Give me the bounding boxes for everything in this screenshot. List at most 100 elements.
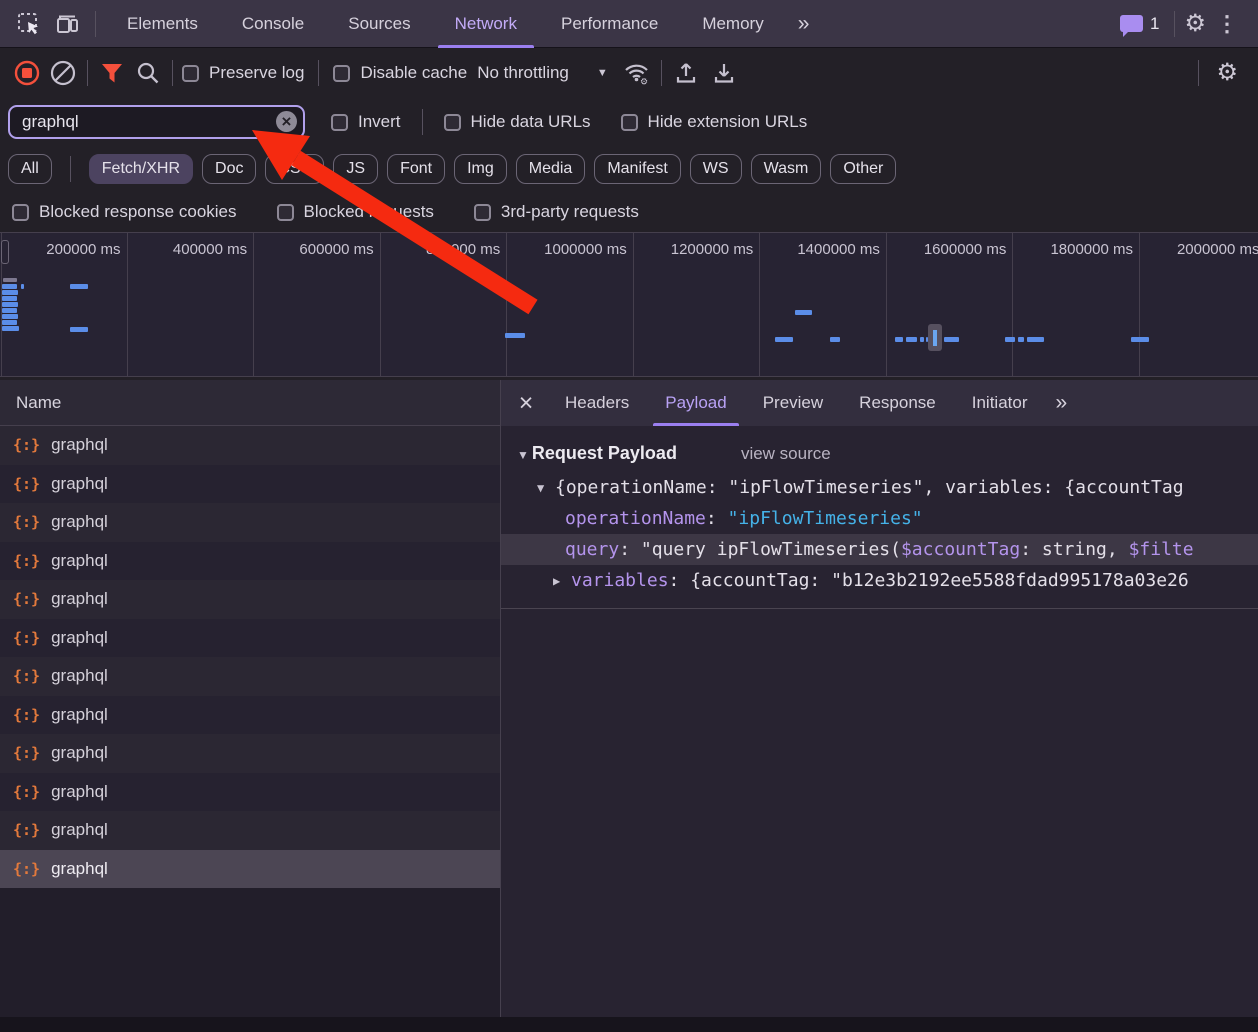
filter-chip-fetch-xhr[interactable]: Fetch/XHR bbox=[89, 154, 193, 184]
filter-chip-js[interactable]: JS bbox=[333, 154, 378, 184]
detail-tab-preview[interactable]: Preview bbox=[745, 380, 841, 426]
request-row[interactable]: {:}graphql bbox=[0, 426, 500, 465]
waterfall-bar[interactable] bbox=[505, 333, 525, 338]
clear-filter-icon[interactable]: × bbox=[276, 111, 297, 132]
hide-data-urls-checkbox[interactable]: Hide data URLs bbox=[444, 112, 591, 132]
collapse-triangle-icon[interactable]: ▼ bbox=[537, 481, 555, 495]
waterfall-bar[interactable] bbox=[1131, 337, 1149, 342]
waterfall-bar[interactable] bbox=[70, 284, 88, 289]
more-detail-tabs-icon[interactable]: » bbox=[1045, 391, 1077, 415]
selected-request-marker[interactable] bbox=[928, 324, 942, 351]
filter-chip-media[interactable]: Media bbox=[516, 154, 586, 184]
more-menu-icon[interactable]: ⋮ bbox=[1206, 11, 1248, 37]
import-har-icon[interactable] bbox=[671, 58, 701, 88]
waterfall-bar[interactable] bbox=[2, 308, 17, 313]
request-row[interactable]: {:}graphql bbox=[0, 811, 500, 850]
payload-row[interactable]: query: "query ipFlowTimeseries($accountT… bbox=[501, 534, 1258, 565]
view-source-link[interactable]: view source bbox=[741, 444, 831, 464]
timeline-edge-handle[interactable] bbox=[1, 240, 9, 264]
more-tabs-icon[interactable]: » bbox=[786, 12, 822, 36]
payload-row[interactable]: ▼{operationName: "ipFlowTimeseries", var… bbox=[501, 472, 1258, 503]
tab-performance[interactable]: Performance bbox=[539, 0, 680, 48]
filter-chip-wasm[interactable]: Wasm bbox=[751, 154, 822, 184]
waterfall-bar[interactable] bbox=[2, 290, 18, 295]
hide-extension-urls-checkbox[interactable]: Hide extension URLs bbox=[621, 112, 808, 132]
waterfall-bar[interactable] bbox=[775, 337, 793, 342]
request-row[interactable]: {:}graphql bbox=[0, 657, 500, 696]
invert-checkbox[interactable]: Invert bbox=[331, 112, 401, 132]
issues-message-icon[interactable] bbox=[1120, 15, 1143, 32]
filter-chip-doc[interactable]: Doc bbox=[202, 154, 256, 184]
network-settings-icon[interactable]: ⚙ bbox=[1208, 61, 1246, 85]
settings-icon[interactable]: ⚙ bbox=[1184, 12, 1206, 36]
network-overview-timeline[interactable]: 200000 ms400000 ms600000 ms800000 ms1000… bbox=[0, 232, 1258, 377]
search-icon[interactable] bbox=[133, 58, 163, 88]
filter-chip-manifest[interactable]: Manifest bbox=[594, 154, 680, 184]
throttling-select[interactable]: No throttling ▼ bbox=[477, 63, 608, 83]
filter-chip-all[interactable]: All bbox=[8, 154, 52, 184]
waterfall-bar[interactable] bbox=[1005, 337, 1015, 342]
request-row[interactable]: {:}graphql bbox=[0, 773, 500, 812]
filter-chip-ws[interactable]: WS bbox=[690, 154, 742, 184]
waterfall-bar[interactable] bbox=[2, 326, 19, 331]
3rd-party-requests-checkbox[interactable]: 3rd-party requests bbox=[474, 202, 639, 222]
filter-chip-other[interactable]: Other bbox=[830, 154, 896, 184]
detail-tab-initiator[interactable]: Initiator bbox=[954, 380, 1046, 426]
request-row[interactable]: {:}graphql bbox=[0, 619, 500, 658]
filter-chip-css[interactable]: CSS bbox=[265, 154, 324, 184]
request-row[interactable]: {:}graphql bbox=[0, 465, 500, 504]
blocked-requests-checkbox[interactable]: Blocked requests bbox=[277, 202, 434, 222]
expand-triangle-icon[interactable]: ▶ bbox=[553, 574, 571, 588]
waterfall-bar[interactable] bbox=[906, 337, 917, 342]
network-conditions-icon[interactable]: ⚙ bbox=[622, 58, 652, 88]
request-row[interactable]: {:}graphql bbox=[0, 850, 500, 889]
waterfall-bar[interactable] bbox=[2, 314, 18, 319]
payload-row[interactable]: operationName: "ipFlowTimeseries" bbox=[501, 503, 1258, 534]
waterfall-bar[interactable] bbox=[2, 302, 18, 307]
detail-tab-headers[interactable]: Headers bbox=[547, 380, 647, 426]
tab-sources[interactable]: Sources bbox=[326, 0, 432, 48]
waterfall-bar[interactable] bbox=[1018, 337, 1024, 342]
inspect-element-icon[interactable] bbox=[10, 7, 48, 41]
waterfall-bar[interactable] bbox=[2, 320, 17, 325]
request-payload-section[interactable]: ▼ Request Payload view source bbox=[517, 443, 1258, 464]
payload-row[interactable]: ▶variables: {accountTag: "b12e3b2192ee55… bbox=[501, 565, 1258, 596]
clear-network-log-icon[interactable] bbox=[48, 58, 78, 88]
disable-cache-checkbox[interactable]: Disable cache bbox=[333, 63, 467, 83]
waterfall-bar[interactable] bbox=[830, 337, 840, 342]
tab-console[interactable]: Console bbox=[220, 0, 326, 48]
preserve-log-checkbox[interactable]: Preserve log bbox=[182, 63, 304, 83]
waterfall-bar[interactable] bbox=[2, 296, 17, 301]
waterfall-bar[interactable] bbox=[944, 337, 959, 342]
waterfall-bar[interactable] bbox=[926, 337, 928, 342]
waterfall-bar[interactable] bbox=[3, 278, 17, 282]
device-toolbar-icon[interactable] bbox=[48, 7, 86, 41]
detail-tab-payload[interactable]: Payload bbox=[647, 380, 744, 426]
request-row[interactable]: {:}graphql bbox=[0, 580, 500, 619]
waterfall-bar[interactable] bbox=[920, 337, 924, 342]
record-network-log-icon[interactable] bbox=[12, 58, 42, 88]
waterfall-bar[interactable] bbox=[2, 284, 17, 289]
network-filter-input[interactable] bbox=[20, 111, 271, 133]
request-row[interactable]: {:}graphql bbox=[0, 696, 500, 735]
issues-count[interactable]: 1 bbox=[1150, 14, 1159, 34]
filter-chip-img[interactable]: Img bbox=[454, 154, 507, 184]
tab-network[interactable]: Network bbox=[433, 0, 539, 48]
waterfall-bar[interactable] bbox=[1027, 337, 1044, 342]
name-column-header[interactable]: Name bbox=[0, 380, 500, 426]
tab-memory[interactable]: Memory bbox=[680, 0, 785, 48]
waterfall-bar[interactable] bbox=[895, 337, 903, 342]
waterfall-bar[interactable] bbox=[795, 310, 812, 315]
tab-elements[interactable]: Elements bbox=[105, 0, 220, 48]
blocked-response-cookies-checkbox[interactable]: Blocked response cookies bbox=[12, 202, 237, 222]
export-har-icon[interactable] bbox=[709, 58, 739, 88]
request-row[interactable]: {:}graphql bbox=[0, 503, 500, 542]
request-row[interactable]: {:}graphql bbox=[0, 734, 500, 773]
request-row[interactable]: {:}graphql bbox=[0, 542, 500, 581]
filter-chip-font[interactable]: Font bbox=[387, 154, 445, 184]
filter-icon[interactable] bbox=[97, 58, 127, 88]
close-icon[interactable]: × bbox=[505, 389, 547, 418]
waterfall-bar[interactable] bbox=[70, 327, 88, 332]
waterfall-bar[interactable] bbox=[21, 284, 24, 289]
detail-tab-response[interactable]: Response bbox=[841, 380, 954, 426]
